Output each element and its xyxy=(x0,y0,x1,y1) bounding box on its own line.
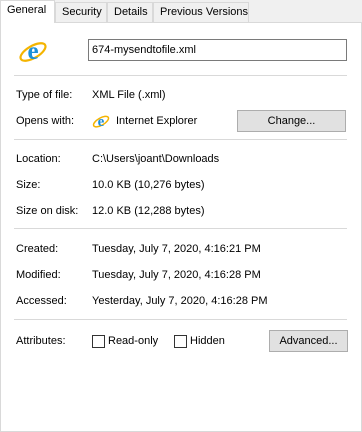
type-of-file-value: XML File (.xml) xyxy=(92,89,166,101)
size-label: Size: xyxy=(16,179,41,191)
created-value: Tuesday, July 7, 2020, 4:16:21 PM xyxy=(92,243,261,255)
tab-strip: General Security Details Previous Versio… xyxy=(0,0,362,23)
opens-with-label: Opens with: xyxy=(16,115,75,127)
size-value: 10.0 KB (10,276 bytes) xyxy=(92,179,205,191)
separator xyxy=(14,139,347,140)
size-on-disk-value: 12.0 KB (12,288 bytes) xyxy=(92,205,205,217)
internet-explorer-small-icon: e xyxy=(92,114,110,130)
hidden-checkbox[interactable] xyxy=(174,335,187,348)
separator xyxy=(14,319,347,320)
size-on-disk-label: Size on disk: xyxy=(16,205,79,217)
advanced-button[interactable]: Advanced... xyxy=(269,330,348,352)
created-label: Created: xyxy=(16,243,59,255)
filename-field[interactable] xyxy=(88,39,347,61)
modified-value: Tuesday, July 7, 2020, 4:16:28 PM xyxy=(92,269,261,281)
tab-general[interactable]: General xyxy=(0,0,55,23)
internet-explorer-icon: e xyxy=(19,38,47,65)
type-of-file-label: Type of file: xyxy=(16,89,73,101)
tab-details[interactable]: Details xyxy=(107,2,153,22)
separator xyxy=(14,228,347,229)
accessed-label: Accessed: xyxy=(16,295,67,307)
readonly-checkbox[interactable] xyxy=(92,335,105,348)
opens-with-value: Internet Explorer xyxy=(116,115,198,127)
accessed-value: Yesterday, July 7, 2020, 4:16:28 PM xyxy=(92,295,268,307)
svg-text:e: e xyxy=(27,38,38,65)
location-label: Location: xyxy=(16,153,61,165)
general-panel xyxy=(0,22,362,432)
change-button[interactable]: Change... xyxy=(237,110,346,132)
modified-label: Modified: xyxy=(16,269,61,281)
hidden-label[interactable]: Hidden xyxy=(190,335,225,347)
tab-security[interactable]: Security xyxy=(55,2,107,22)
location-value: C:\Users\joant\Downloads xyxy=(92,153,220,165)
svg-text:e: e xyxy=(98,114,105,130)
tab-previous-versions[interactable]: Previous Versions xyxy=(153,2,249,22)
attributes-label: Attributes: xyxy=(16,335,66,347)
separator xyxy=(14,75,347,76)
readonly-label[interactable]: Read-only xyxy=(108,335,158,347)
